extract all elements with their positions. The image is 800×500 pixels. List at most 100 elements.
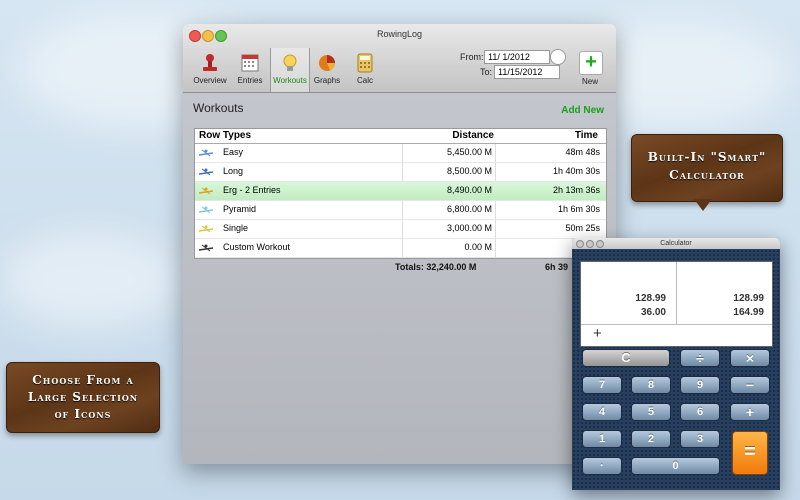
row-type-cell: Single [199, 223, 248, 233]
row-type-cell: Easy [199, 147, 243, 157]
clear-button[interactable]: C [582, 349, 670, 367]
time-cell: 1h 6m 30s [557, 204, 600, 214]
from-label: From: [460, 52, 484, 62]
row-type-cell: Pyramid [199, 204, 256, 214]
table-row[interactable]: Erg - 2 Entries 8,490.00 M 2h 13m 36s [195, 182, 606, 201]
display-divider [676, 262, 677, 324]
digit-9-button[interactable]: 9 [680, 376, 720, 394]
minus-button[interactable]: − [730, 376, 770, 394]
toolbar-label: Calc [356, 76, 373, 85]
column-header-time[interactable]: Time [575, 130, 598, 141]
calendar-icon [241, 54, 259, 72]
callout-line: Large Selection [27, 390, 139, 404]
table-row[interactable]: Long 8,500.00 M 1h 40m 30s [195, 163, 606, 182]
row-type-name: Single [223, 223, 249, 233]
calc-zoom-button[interactable] [596, 240, 604, 248]
new-button[interactable]: + [579, 51, 603, 75]
distance-cell: 3,000.00 M [446, 223, 492, 233]
calculator-title: Calculator [660, 240, 692, 247]
time-cell: 2h 13m 36s [552, 185, 600, 195]
row-type-cell: Long [199, 166, 243, 176]
toolbar-workouts[interactable]: Workouts [270, 48, 310, 92]
column-header-row-types[interactable]: Row Types [199, 130, 251, 141]
from-date-field[interactable]: 11/ 1/2012 [484, 50, 550, 64]
table-row[interactable]: Pyramid 6,800.00 M 1h 6m 30s [195, 201, 606, 220]
toolbar-label: Workouts [273, 76, 307, 85]
rower-icon [199, 206, 213, 214]
callout-line: Calculator [669, 168, 745, 182]
window-title: RowingLog [376, 29, 423, 39]
display-value: 36.00 [640, 307, 666, 318]
rowinglog-window: RowingLog Overview Entries Workouts Grap… [183, 24, 616, 464]
time-cell: 1h 40m 30s [552, 166, 600, 176]
window-toolbar: RowingLog Overview Entries Workouts Grap… [183, 24, 616, 93]
new-label: New [581, 77, 598, 86]
to-label: To: [480, 67, 493, 77]
row-type-cell: Custom Workout [199, 242, 290, 252]
add-new-link[interactable]: Add New [561, 105, 604, 116]
divide-button[interactable]: ÷ [680, 349, 720, 367]
calc-minimize-button[interactable] [586, 240, 594, 248]
totals-distance: Totals: 32,240.00 M [395, 262, 477, 272]
callout-line: of Icons [54, 407, 112, 421]
table-row[interactable]: Single 3,000.00 M 50m 25s [195, 220, 606, 239]
toolbar-calc[interactable]: Calc [346, 52, 384, 85]
distance-cell: 5,450.00 M [446, 147, 492, 157]
callout-pointer [694, 199, 712, 211]
toolbar-overview[interactable]: Overview [191, 52, 229, 85]
display-value: 164.99 [733, 307, 764, 318]
digit-0-button[interactable]: 0 [631, 457, 720, 475]
toolbar-label: Graphs [313, 76, 341, 85]
callout-line: Choose From a [32, 373, 134, 387]
distance-cell: 6,800.00 M [446, 204, 492, 214]
calculator-display: 128.99 36.00 128.99 164.99 + [580, 261, 773, 347]
digit-3-button[interactable]: 3 [680, 430, 720, 448]
distance-cell: 8,490.00 M [446, 185, 492, 195]
to-date-field[interactable]: 11/15/2012 [494, 65, 560, 79]
toolbar-label: Entries [237, 76, 263, 85]
rower-icon [199, 225, 213, 233]
workouts-panel: Workouts Add New Row Types Distance Time… [183, 93, 616, 464]
multiply-button[interactable]: × [730, 349, 770, 367]
workouts-table: Row Types Distance Time Easy 5,450.00 M 48… [194, 128, 607, 259]
date-picker-knob[interactable] [550, 49, 566, 65]
rower-icon [199, 187, 213, 195]
rower-icon [199, 168, 213, 176]
toolbar-label: Overview [193, 76, 227, 85]
toolbar-graphs[interactable]: Graphs [308, 52, 346, 85]
callout-line: Built-In "Smart" [647, 150, 767, 164]
digit-6-button[interactable]: 6 [680, 403, 720, 421]
rower-icon [199, 244, 213, 252]
digit-1-button[interactable]: 1 [582, 430, 622, 448]
calculator-callout: Built-In "Smart" Calculator [631, 134, 783, 202]
table-row[interactable]: Custom Workout 0.00 M [195, 239, 606, 258]
toolbar-entries[interactable]: Entries [231, 52, 269, 85]
plus-button[interactable]: + [730, 403, 770, 421]
calc-close-button[interactable] [576, 240, 584, 248]
time-cell: 48m 48s [565, 147, 600, 157]
digit-7-button[interactable]: 7 [582, 376, 622, 394]
row-type-cell: Erg - 2 Entries [199, 185, 281, 195]
calculator-titlebar: Calculator [572, 238, 780, 249]
display-value: 128.99 [733, 293, 764, 304]
digit-4-button[interactable]: 4 [582, 403, 622, 421]
row-type-name: Erg - 2 Entries [223, 185, 281, 195]
digit-8-button[interactable]: 8 [631, 376, 671, 394]
digit-2-button[interactable]: 2 [631, 430, 671, 448]
icons-callout: Choose From a Large Selection of Icons [6, 362, 160, 433]
distance-cell: 8,500.00 M [446, 166, 492, 176]
calculator-window: Calculator 128.99 36.00 128.99 164.99 + … [572, 238, 780, 490]
display-operator: + [593, 325, 602, 342]
row-type-name: Custom Workout [223, 242, 290, 252]
decimal-point-button[interactable]: · [582, 457, 622, 475]
table-row[interactable]: Easy 5,450.00 M 48m 48s [195, 144, 606, 163]
time-cell: 50m 25s [565, 223, 600, 233]
totals-time: 6h 39 [545, 262, 569, 272]
row-type-name: Easy [223, 147, 244, 157]
equals-button[interactable]: = [732, 431, 768, 475]
display-value: 128.99 [635, 293, 666, 304]
table-header: Row Types Distance Time [195, 129, 606, 144]
distance-cell: 0.00 M [464, 242, 492, 252]
column-header-distance[interactable]: Distance [452, 130, 494, 141]
digit-5-button[interactable]: 5 [631, 403, 671, 421]
